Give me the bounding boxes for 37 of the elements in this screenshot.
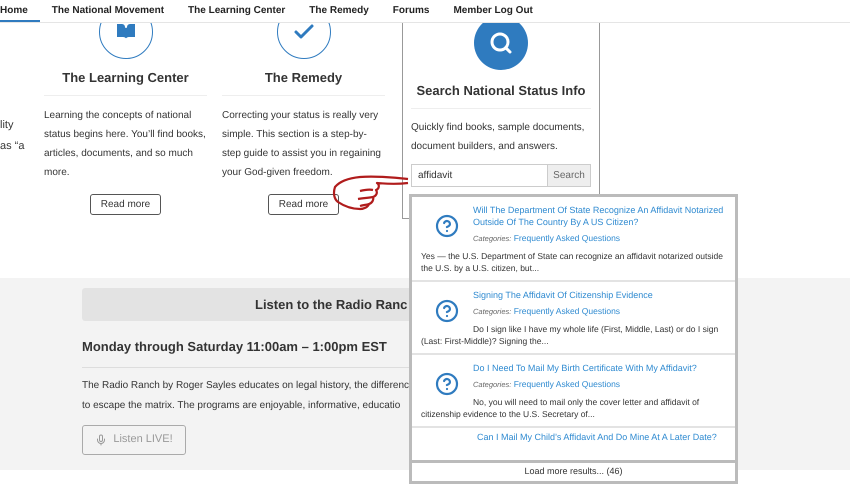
question-icon [435,299,459,323]
panel-title: Search National Status Info [411,81,591,108]
radio-text: The Radio Ranch by Roger Sayles educates on legal history, the differenc [82,378,409,392]
result-excerpt: Yes — the U.S. Department of State can recognize an affidavit notarized outside the U.S. by a U.S. citizen, but... [421,250,724,274]
column-text: lity [0,118,14,133]
nav-link[interactable]: The Remedy [297,0,381,22]
result-title[interactable]: Signing The Affidavit Of Citizenship Evidence [421,289,726,301]
question-icon [435,214,459,238]
category-link[interactable]: Frequently Asked Questions [514,306,620,316]
read-more-button[interactable]: Read more [268,194,340,214]
question-icon [435,372,459,396]
panel-text: Quickly find books, sample documents, document builders, and answers. [411,120,586,154]
column-text: Learning the concepts of national status begins here. You’ll find books, articles, documents, and so much more. [44,108,207,180]
result-excerpt: No, you will need to mail only the cover letter and affidavit of citizenship evidence to the U.S. Secretary of... [421,396,700,420]
microphone-icon [95,434,108,446]
search-icon [489,31,513,55]
result-title[interactable]: Do I Need To Mail My Birth Certificate With My Affidavit? [421,362,726,374]
result-title[interactable]: Can I Mail My Child’s Affidavit And Do Mine At A Later Date? [412,428,735,443]
column-title: The Learning Center [44,68,207,96]
column-text: as “a [0,139,26,154]
schedule-heading: Monday through Saturday 11:00am – 1:00pm EST [82,337,409,368]
radio-heading: Listen to the Radio Ranc [255,296,408,314]
nav-link[interactable]: Home [0,0,40,22]
nav-link[interactable]: The Learning Center [176,0,298,22]
nav-link[interactable]: Forums [380,0,442,22]
category-link[interactable]: Frequently Asked Questions [514,233,620,243]
radio-text: to escape the matrix. The programs are enjoyable, informative, educatio [82,398,402,412]
search-button[interactable]: Search [548,164,591,186]
search-field[interactable]: affidavit [411,164,548,186]
read-more-button[interactable]: Read more [90,194,162,214]
nav-link[interactable]: Member Log Out [441,0,545,22]
nav-link[interactable]: The National Movement [40,0,176,22]
result-title[interactable]: Will The Department Of State Recognize An Affidavit Notarized Outside Of The Country By A US Citizen? [421,204,726,228]
category-link[interactable]: Frequently Asked Questions [514,379,620,389]
column-title: The Remedy [222,68,385,96]
result-excerpt: Do I sign like I have my whole life (First, Middle, Last) or do I sign (Last: First-Middle)? Signing the... [421,323,720,347]
column-text: Correcting your status is really very simple. This section is a step-by-step guide to assist you in regaining your God-given freedom. [222,108,382,180]
